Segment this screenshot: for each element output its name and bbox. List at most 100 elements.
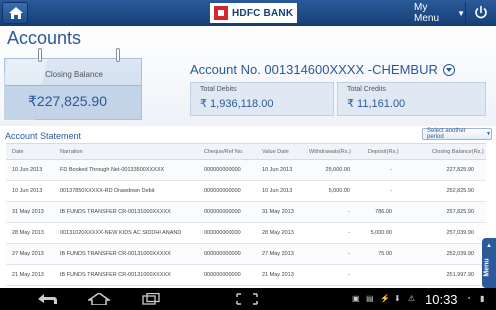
column-header-closing-balance: Closing Balance(Rs.) [432, 149, 484, 155]
column-header-value-date: Value Date [262, 149, 289, 155]
row-narration: 00137850XXXXX-RD Drawdown Debit [60, 188, 155, 194]
row-withdrawal: 5,000.00 [328, 188, 350, 194]
total-debits-label: Total Debits [200, 86, 237, 93]
row-withdrawal: - [348, 209, 350, 215]
table-row[interactable]: 27 May 2013 IB FUNDS TRANSFER CR-0013100… [6, 244, 486, 265]
row-narration: FD Booked Through Net-00133500XXXXX [60, 167, 165, 173]
row-cheque: 000000000000 [204, 188, 241, 194]
row-value-date: 21 May 2013 [262, 272, 294, 278]
logo-text: HDFC BANK [232, 7, 294, 19]
total-debits-value: ₹ 1,936,118.00 [200, 98, 274, 110]
table-row[interactable]: 10 Jun 2013 FD Booked Through Net-001335… [6, 160, 486, 181]
row-withdrawal: - [348, 272, 350, 278]
recent-apps-icon[interactable] [142, 293, 160, 305]
account-number: Account No. 001314600XXXX -CHEMBUR [190, 62, 438, 77]
row-balance: 257,039.90 [446, 230, 474, 236]
table-row[interactable]: 31 May 2013 IB FUNDS TRANSFER CR-0013100… [6, 202, 486, 223]
my-menu-button[interactable]: My Menu ▼ [408, 2, 466, 24]
side-menu-tab[interactable]: ▲ Menu [482, 238, 496, 288]
select-period-button[interactable]: Select another period ▼ [422, 128, 492, 140]
column-header-deposit: Deposit(Rs.) [368, 149, 399, 155]
chevron-up-icon: ▲ [486, 243, 492, 249]
row-balance: 257,825.90 [446, 209, 474, 215]
row-cheque: 000000000000 [204, 209, 241, 215]
battery-icon: ▮ [480, 294, 485, 303]
home-icon [9, 7, 23, 19]
clock: 10:33 [425, 292, 458, 307]
total-debits-box: Total Debits ₹ 1,936,118.00 [190, 82, 334, 116]
table-header: Date Narration Cheque/Ref No. Value Date… [6, 143, 486, 160]
hdfc-logo: HDFC BANK [210, 3, 298, 23]
row-withdrawal: 25,000.00 [325, 167, 350, 173]
usb-icon: ⚡ [380, 294, 390, 303]
row-balance: 251,997.90 [446, 272, 474, 278]
select-period-label: Select another period [427, 128, 466, 140]
row-date: 28 May 2013 [12, 230, 44, 236]
total-credits-value: ₹ 11,161.00 [347, 98, 406, 110]
home-button[interactable] [2, 2, 28, 24]
download-icon: ⬇ [394, 294, 401, 303]
row-cheque: 000000000000 [204, 251, 241, 257]
alert-icon: ⚠ [408, 294, 416, 303]
my-menu-label: My Menu [414, 2, 440, 24]
row-value-date: 10 Jun 2013 [262, 167, 293, 173]
chevron-down-icon: ▼ [457, 8, 465, 18]
side-menu-label: Menu [483, 258, 491, 277]
closing-balance-value: ₹227,825.90 [28, 93, 107, 109]
closing-balance-label: Closing Balance [45, 70, 103, 79]
binder-ring-icon [38, 48, 42, 62]
logout-button[interactable] [472, 4, 490, 22]
column-header-date: Date [12, 149, 24, 155]
row-balance: 252,825.90 [446, 188, 474, 194]
top-bar: HDFC BANK My Menu ▼ [0, 0, 496, 26]
row-date: 10 Jun 2013 [12, 167, 43, 173]
row-withdrawal: - [348, 230, 350, 236]
row-value-date: 31 May 2013 [262, 209, 294, 215]
screenshot-icon[interactable] [236, 293, 258, 305]
closing-balance-strip: ₹227,825.90 [5, 85, 141, 119]
row-date: 21 May 2013 [12, 272, 44, 278]
column-header-narration: Narration [60, 149, 83, 155]
row-narration: IB FUNDS TRANSFER CR-00131000XXXXX [60, 209, 171, 215]
account-selector[interactable]: Account No. 001314600XXXX -CHEMBUR [190, 62, 455, 77]
row-date: 27 May 2013 [12, 251, 44, 257]
chevron-down-icon[interactable] [442, 63, 455, 76]
back-icon[interactable] [36, 293, 58, 305]
table-row[interactable]: 10 Jun 2013 00137850XXXXX-RD Drawdown De… [6, 181, 486, 202]
table-row[interactable]: 28 May 2013 00131020XXXXX-NEW KIDS AC SI… [6, 223, 486, 244]
row-narration: 00131020XXXXX-NEW KIDS AC SIDDHI ANAND [60, 230, 182, 236]
statement-table: Date Narration Cheque/Ref No. Value Date… [6, 143, 486, 286]
row-balance: 252,039.90 [446, 251, 474, 257]
power-icon [475, 5, 487, 19]
row-withdrawal: - [348, 251, 350, 257]
row-value-date: 28 May 2013 [262, 230, 294, 236]
notification-icon: ▤ [366, 294, 374, 303]
row-deposit: - [390, 167, 392, 173]
row-narration: IB FUNDS TRANSFER CR-00131000XXXXX [60, 272, 171, 278]
row-date: 10 Jun 2013 [12, 188, 43, 194]
column-header-cheque: Cheque/Ref No. [204, 149, 244, 155]
table-row[interactable]: 21 May 2013 IB FUNDS TRANSFER CR-0013100… [6, 265, 486, 286]
home-nav-icon[interactable] [88, 293, 110, 305]
android-nav-bar: ▣ ▤ ⚡ ⬇ ⚠ 10:33 ◔ ▮ [0, 288, 496, 310]
logo-mark-icon [214, 6, 228, 20]
row-deposit: 75.00 [378, 251, 392, 257]
row-cheque: 000000000000 [204, 230, 241, 236]
row-cheque: 000000000000 [204, 167, 241, 173]
total-credits-box: Total Credits ₹ 11,161.00 [337, 82, 486, 116]
row-value-date: 27 May 2013 [262, 251, 294, 257]
binder-ring-icon [116, 48, 120, 62]
row-deposit: 786.00 [375, 209, 392, 215]
row-balance: 227,825.90 [446, 167, 474, 173]
row-deposit: - [390, 188, 392, 194]
closing-balance-card: Closing Balance ₹227,825.90 [4, 58, 142, 120]
chevron-down-icon: ▼ [486, 131, 491, 137]
row-deposit: 5,000.00 [370, 230, 392, 236]
notification-icon: ▣ [352, 294, 360, 303]
wifi-icon: ◔ [466, 294, 471, 303]
row-date: 31 May 2013 [12, 209, 44, 215]
total-credits-label: Total Credits [347, 86, 386, 93]
row-cheque: 000000000000 [204, 272, 241, 278]
page-title: Accounts [7, 28, 82, 48]
row-value-date: 10 Jun 2013 [262, 188, 293, 194]
